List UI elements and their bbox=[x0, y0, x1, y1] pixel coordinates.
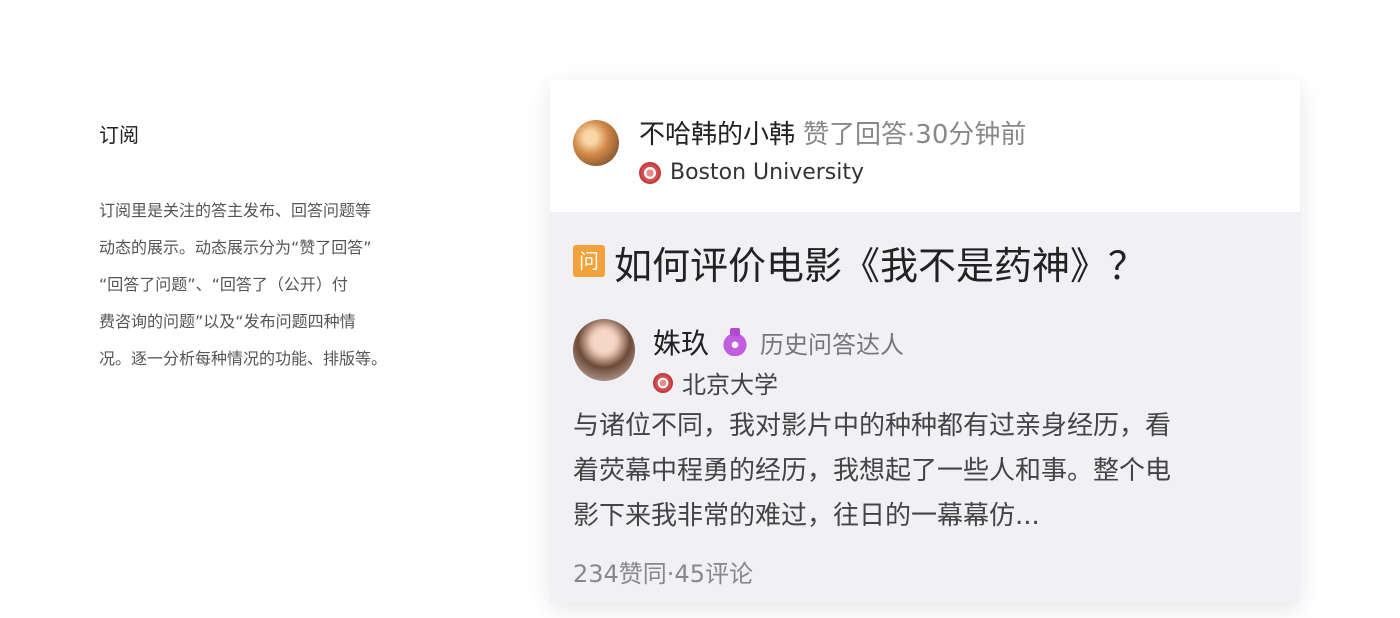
actor-avatar[interactable] bbox=[573, 120, 619, 166]
activity-action: 赞了回答·30分钟前 bbox=[803, 120, 1027, 150]
question-badge-icon: 问 bbox=[573, 245, 605, 277]
actor-activity-line: 不哈韩的小韩 赞了回答·30分钟前 bbox=[639, 114, 1026, 151]
answerer-name[interactable]: 姝玖 bbox=[653, 322, 709, 362]
intro-panel: 订阅 订阅里是关注的答主发布、回答问题等 动态的展示。动态展示分为“赞了回答” … bbox=[99, 118, 479, 384]
feed-card[interactable]: 不哈韩的小韩 赞了回答·30分钟前 Boston University 问 如何评… bbox=[550, 80, 1300, 603]
question-title[interactable]: 如何评价电影《我不是药神》？ bbox=[614, 235, 1146, 290]
actor-school: Boston University bbox=[670, 160, 865, 185]
answerer-name-line: 姝玖 历史问答达人 bbox=[653, 322, 904, 362]
answer-stats: 234赞同·45评论 bbox=[573, 560, 753, 588]
intro-line: 况。逐一分析每种情况的功能、排版等。 bbox=[99, 349, 388, 368]
answerer-title: 历史问答达人 bbox=[760, 330, 905, 359]
feed-card-header: 不哈韩的小韩 赞了回答·30分钟前 Boston University bbox=[550, 80, 1300, 212]
answerer-school: 北京大学 bbox=[682, 371, 778, 399]
intro-description: 订阅里是关注的答主发布、回答问题等 动态的展示。动态展示分为“赞了回答” “回答… bbox=[99, 186, 479, 384]
answer-line: 影下来我非常的难过，往日的一幕幕仿... bbox=[573, 501, 1040, 531]
actor-name[interactable]: 不哈韩的小韩 bbox=[639, 120, 795, 150]
medal-icon bbox=[723, 328, 748, 356]
answerer-avatar[interactable] bbox=[573, 319, 635, 381]
answer-excerpt[interactable]: 与诸位不同，我对影片中的种种都有过亲身经历，看 着荧幕中程勇的经历，我想起了一些… bbox=[573, 404, 1273, 539]
intro-title: 订阅 bbox=[99, 123, 139, 147]
actor-school-line: Boston University bbox=[639, 160, 864, 185]
school-seal-icon bbox=[639, 161, 661, 184]
school-seal-icon bbox=[653, 372, 673, 393]
answerer-school-line: 北京大学 bbox=[653, 365, 778, 400]
answer-line: 着荧幕中程勇的经历，我想起了一些人和事。整个电 bbox=[573, 456, 1172, 486]
answer-line: 与诸位不同，我对影片中的种种都有过亲身经历，看 bbox=[573, 411, 1172, 441]
